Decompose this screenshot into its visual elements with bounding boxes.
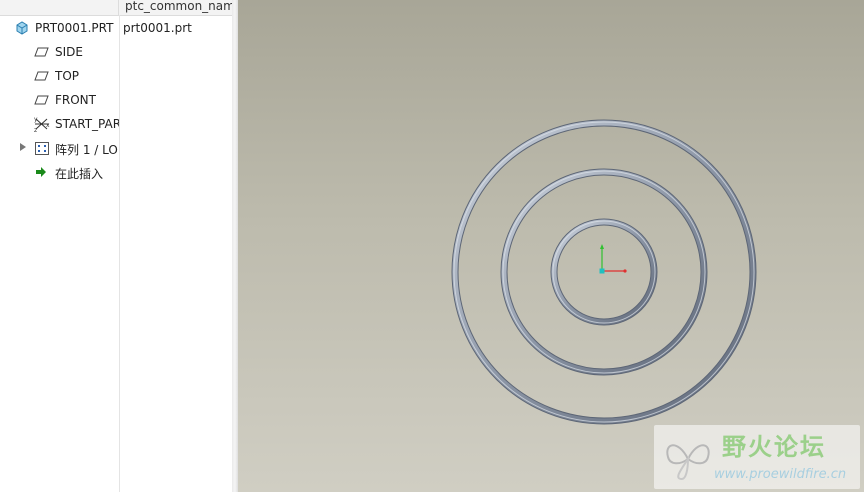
svg-text:x: x — [46, 122, 50, 129]
y-axis-arrow — [600, 244, 604, 249]
tree-item-label: START_PAR — [55, 117, 119, 131]
watermark-url: www.proewildfire.cn — [714, 467, 847, 482]
tree-item-param-value: prt0001.prt — [123, 21, 192, 35]
tree-item-label: 在此插入 — [55, 167, 104, 181]
expand-arrow-icon[interactable] — [20, 143, 26, 151]
tree-column-header-param[interactable]: ptc_common_nam — [125, 0, 232, 13]
coordinate-system-icon: y z x — [33, 115, 51, 134]
csys-origin — [599, 268, 605, 274]
tree-item-top[interactable]: TOP — [0, 65, 232, 87]
tree-item-label: TOP — [55, 69, 80, 83]
watermark-title: 野火论坛 — [722, 433, 826, 461]
tree-item-pattern[interactable]: 阵列 1 / LO — [0, 137, 232, 159]
tree-item-label: FRONT — [55, 93, 96, 107]
tree-item-label: 阵列 1 / LO — [55, 143, 118, 157]
tree-item-label: PRT0001.PRT — [35, 21, 114, 35]
part-icon — [15, 21, 31, 35]
tree-item-part[interactable]: PRT0001.PRT prt0001.prt — [0, 17, 232, 39]
tree-item-front[interactable]: FRONT — [0, 89, 232, 111]
tree-column-header-name[interactable] — [0, 0, 119, 15]
svg-text:y: y — [34, 116, 38, 123]
pattern-icon — [34, 141, 50, 155]
butterfly-logo-icon — [666, 444, 710, 481]
watermark: 野火论坛 www.proewildfire.cn — [654, 425, 860, 489]
x-axis-tip — [623, 269, 627, 273]
datum-plane-icon — [34, 69, 50, 83]
tree-item-label: SIDE — [55, 45, 83, 59]
coordinate-triad — [599, 244, 627, 274]
model-tree-header: ptc_common_nam — [0, 0, 232, 16]
tree-item-side[interactable]: SIDE — [0, 41, 232, 63]
insert-here-arrow-icon — [34, 165, 50, 179]
model-tree-panel: ptc_common_nam PRT0001.PRT prt0001.prt S… — [0, 0, 233, 492]
tree-item-insert-here[interactable]: 在此插入 — [0, 161, 232, 183]
svg-text:z: z — [34, 127, 37, 133]
datum-plane-icon — [34, 45, 50, 59]
datum-plane-icon — [34, 93, 50, 107]
graphics-window[interactable] — [238, 0, 864, 492]
model-view[interactable] — [238, 0, 864, 492]
tree-item-start-csys[interactable]: y z x START_PAR — [0, 113, 232, 135]
